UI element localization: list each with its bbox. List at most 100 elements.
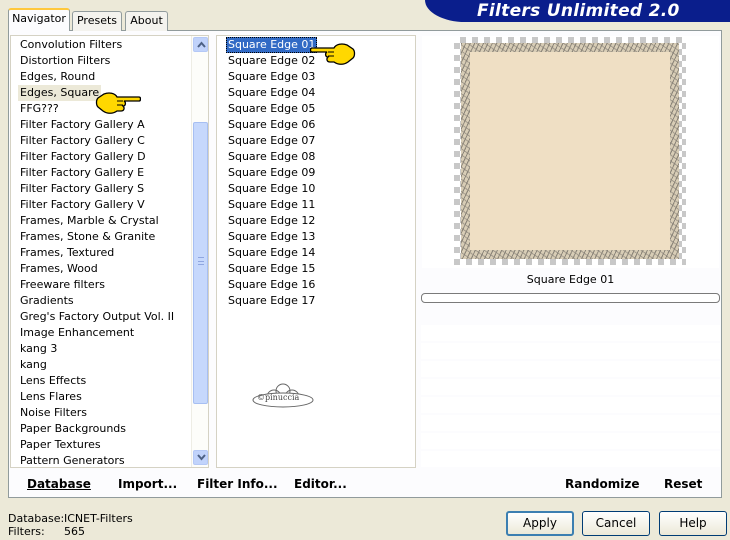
category-label: kang xyxy=(20,358,47,371)
filter-label: Square Edge 12 xyxy=(228,214,316,227)
filter-item[interactable]: Square Edge 05 xyxy=(226,101,317,117)
filter-label: Square Edge 04 xyxy=(228,86,316,99)
filter-item[interactable]: Square Edge 16 xyxy=(226,277,317,293)
database-status-label: Database: xyxy=(8,512,65,525)
preview-image xyxy=(470,52,670,250)
category-item[interactable]: Frames, Marble & Crystal xyxy=(18,213,176,229)
import-button[interactable]: Import... xyxy=(118,476,177,492)
category-label: Frames, Wood xyxy=(20,262,98,275)
param-slot[interactable] xyxy=(421,415,720,431)
filter-item[interactable]: Square Edge 17 xyxy=(226,293,317,309)
scroll-up-button[interactable] xyxy=(193,37,208,52)
filter-label: Square Edge 16 xyxy=(228,278,316,291)
category-item[interactable]: Frames, Textured xyxy=(18,245,176,261)
filter-list[interactable]: Square Edge 01 Square Edge 02 Square Edge … xyxy=(216,35,416,468)
param-slot[interactable] xyxy=(421,343,720,359)
param-slot[interactable] xyxy=(421,325,720,341)
reset-button[interactable]: Reset xyxy=(664,476,702,492)
category-item[interactable]: Filter Factory Gallery D xyxy=(18,149,176,165)
category-label: Edges, Square xyxy=(18,85,102,101)
filter-item[interactable]: Square Edge 15 xyxy=(226,261,317,277)
category-item[interactable]: Image Enhancement xyxy=(18,325,176,341)
filter-item[interactable]: Square Edge 08 xyxy=(226,149,317,165)
category-item[interactable]: Distortion Filters xyxy=(18,53,176,69)
filter-item[interactable]: Square Edge 13 xyxy=(226,229,317,245)
param-slot[interactable] xyxy=(421,451,720,467)
scroll-thumb[interactable] xyxy=(193,122,208,404)
category-item[interactable]: Filter Factory Gallery A xyxy=(18,117,176,133)
category-item[interactable]: Gradients xyxy=(18,293,176,309)
category-item[interactable]: Filter Factory Gallery V xyxy=(18,197,176,213)
filter-label: Square Edge 15 xyxy=(228,262,316,275)
title-banner: Filters Unlimited 2.0 xyxy=(425,0,730,22)
chevron-down-icon xyxy=(197,454,206,461)
filter-label: Square Edge 09 xyxy=(228,166,316,179)
category-item[interactable]: kang 3 xyxy=(18,341,176,357)
tab-about[interactable]: About xyxy=(125,11,168,31)
category-item[interactable]: kang xyxy=(18,357,176,373)
tab-presets[interactable]: Presets xyxy=(72,11,122,31)
filter-item[interactable]: Square Edge 10 xyxy=(226,181,317,197)
category-label: Filter Factory Gallery C xyxy=(20,134,145,147)
scroll-down-button[interactable] xyxy=(193,450,208,465)
filter-item[interactable]: Square Edge 07 xyxy=(226,133,317,149)
help-button[interactable]: Help xyxy=(659,511,727,536)
category-item[interactable]: Greg's Factory Output Vol. II xyxy=(18,309,176,325)
param-slot[interactable] xyxy=(421,433,720,449)
filter-item[interactable]: Square Edge 14 xyxy=(226,245,317,261)
category-item[interactable]: Paper Textures xyxy=(18,437,176,453)
category-item[interactable]: Noise Filters xyxy=(18,405,176,421)
param-slot[interactable] xyxy=(421,397,720,413)
filter-item[interactable]: Square Edge 12 xyxy=(226,213,317,229)
apply-button[interactable]: Apply xyxy=(506,511,574,536)
filter-item[interactable]: Square Edge 01 xyxy=(226,37,318,53)
category-item[interactable]: Lens Flares xyxy=(18,389,176,405)
cancel-button[interactable]: Cancel xyxy=(582,511,650,536)
category-item[interactable]: Convolution Filters xyxy=(18,37,176,53)
filter-item[interactable]: Square Edge 02 xyxy=(226,53,317,69)
category-label: Lens Flares xyxy=(20,390,82,403)
filter-label: Square Edge 06 xyxy=(228,118,316,131)
filter-item[interactable]: Square Edge 04 xyxy=(226,85,317,101)
category-label: Image Enhancement xyxy=(20,326,135,339)
category-item[interactable]: Edges, Round xyxy=(18,69,176,85)
database-button[interactable]: Database xyxy=(27,476,91,492)
database-status-value: ICNET-Filters xyxy=(64,512,133,525)
param-slot[interactable] xyxy=(421,361,720,377)
category-label: Filter Factory Gallery S xyxy=(20,182,145,195)
category-item[interactable]: Frames, Stone & Granite xyxy=(18,229,176,245)
randomize-button[interactable]: Randomize xyxy=(565,476,639,492)
filter-label: Square Edge 01 xyxy=(226,37,318,53)
filter-item[interactable]: Square Edge 06 xyxy=(226,117,317,133)
watermark-text: ©pinuccia xyxy=(257,393,300,402)
pointing-hand-icon xyxy=(95,92,141,114)
category-item[interactable]: Filter Factory Gallery E xyxy=(18,165,176,181)
category-item[interactable]: Pattern Generators xyxy=(18,453,176,467)
category-label: Frames, Textured xyxy=(20,246,115,259)
filters-count-label: Filters: xyxy=(8,525,45,538)
filter-label: Square Edge 11 xyxy=(228,198,316,211)
filter-item[interactable]: Square Edge 09 xyxy=(226,165,317,181)
category-label: Filter Factory Gallery A xyxy=(20,118,145,131)
category-item[interactable]: Filter Factory Gallery C xyxy=(18,133,176,149)
filter-label: Square Edge 03 xyxy=(228,70,316,83)
category-label: kang 3 xyxy=(20,342,58,355)
category-item[interactable]: Freeware filters xyxy=(18,277,176,293)
category-label: Freeware filters xyxy=(20,278,105,291)
tab-navigator[interactable]: Navigator xyxy=(8,8,70,31)
category-item[interactable]: Frames, Wood xyxy=(18,261,176,277)
param-slot[interactable] xyxy=(421,379,720,395)
filter-label: Square Edge 10 xyxy=(228,182,316,195)
editor-button[interactable]: Editor... xyxy=(294,476,347,492)
category-item[interactable]: Filter Factory Gallery S xyxy=(18,181,176,197)
filter-info-button[interactable]: Filter Info... xyxy=(197,476,278,492)
filter-item[interactable]: Square Edge 11 xyxy=(226,197,317,213)
filter-item[interactable]: Square Edge 03 xyxy=(226,69,317,85)
category-item[interactable]: Paper Backgrounds xyxy=(18,421,176,437)
category-label: Filter Factory Gallery D xyxy=(20,150,146,163)
filter-label: Square Edge 08 xyxy=(228,150,316,163)
category-scrollbar[interactable] xyxy=(191,36,208,467)
category-item[interactable]: Lens Effects xyxy=(18,373,176,389)
pointing-hand-icon xyxy=(310,43,356,65)
category-label: Noise Filters xyxy=(20,406,87,419)
